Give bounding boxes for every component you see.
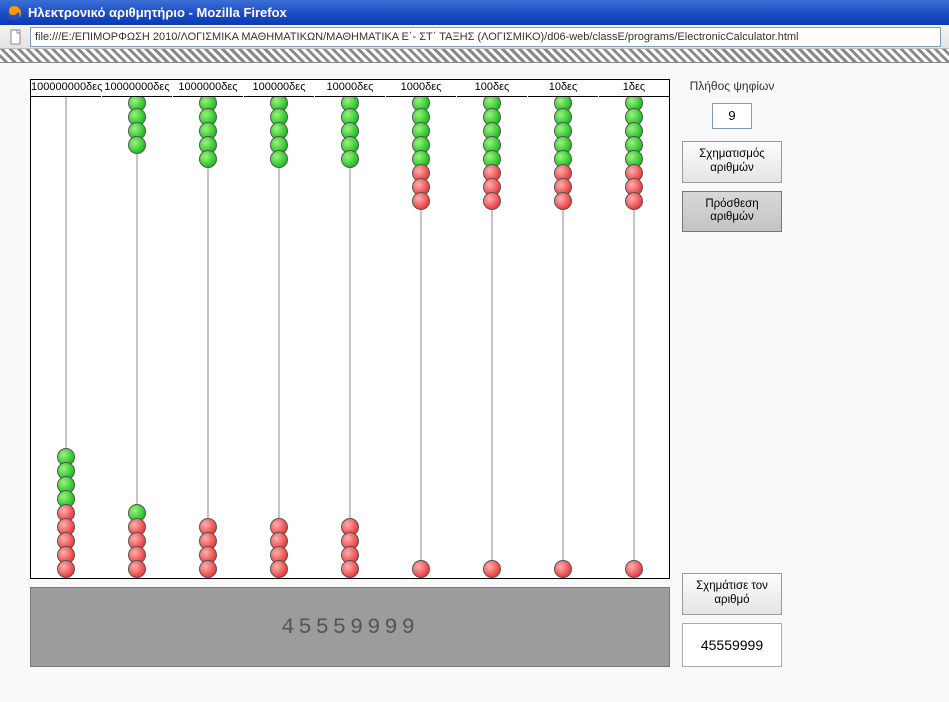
abacus-rod[interactable]: 1δες: [598, 80, 669, 578]
rod-label: 100000δες: [244, 80, 314, 94]
beads-bottom: [173, 520, 243, 576]
rod-label: 1δες: [599, 80, 669, 94]
number-display: 45559999: [30, 587, 670, 667]
red-bead[interactable]: [625, 192, 643, 210]
beads-top: [457, 96, 527, 208]
abacus-rod[interactable]: 1000000δες: [172, 80, 243, 578]
digits-count-input[interactable]: 9: [712, 103, 752, 129]
decorative-strip: [0, 49, 949, 63]
result-box: 45559999: [682, 623, 782, 667]
red-bead[interactable]: [270, 560, 288, 578]
rod-label: 10000000δες: [102, 80, 172, 94]
beads-bottom: [315, 520, 385, 576]
rod-label: 100000000δες: [31, 80, 101, 94]
abacus-rod[interactable]: 100000000δες: [31, 80, 101, 578]
green-bead[interactable]: [128, 136, 146, 154]
beads-bottom: [386, 562, 456, 576]
form-numbers-button[interactable]: Σχηματισμός αριθμών: [682, 141, 782, 183]
red-bead[interactable]: [412, 192, 430, 210]
address-bar: file:///E:/ΕΠΙΜΟΡΦΩΣΗ 2010/ΛΟΓΙΣΜΙΚΑ ΜΑΘ…: [0, 25, 949, 49]
beads-bottom: [102, 506, 172, 576]
firefox-icon: [6, 5, 22, 21]
beads-top: [386, 96, 456, 208]
green-bead[interactable]: [341, 150, 359, 168]
abacus-rod[interactable]: 100000δες: [243, 80, 314, 578]
beads-top: [599, 96, 669, 208]
abacus-rod[interactable]: 10δες: [527, 80, 598, 578]
red-bead[interactable]: [341, 560, 359, 578]
rod-label: 10000δες: [315, 80, 385, 94]
red-bead[interactable]: [554, 192, 572, 210]
beads-bottom: [599, 562, 669, 576]
rod-label: 1000δες: [386, 80, 456, 94]
beads-top: [315, 96, 385, 166]
add-numbers-button[interactable]: Πρόσθεση αριθμών: [682, 191, 782, 233]
red-bead[interactable]: [128, 560, 146, 578]
red-bead[interactable]: [199, 560, 217, 578]
abacus-board[interactable]: 100000000δες10000000δες1000000δες100000δ…: [30, 79, 670, 579]
beads-top: [102, 96, 172, 152]
abacus-rod[interactable]: 10000000δες: [101, 80, 172, 578]
abacus-rod[interactable]: 10000δες: [314, 80, 385, 578]
beads-top: [528, 96, 598, 208]
window-titlebar: Ηλεκτρονικό αριθμητήριο - Mozilla Firefo…: [0, 0, 949, 25]
red-bead[interactable]: [483, 560, 501, 578]
green-bead[interactable]: [199, 150, 217, 168]
red-bead[interactable]: [412, 560, 430, 578]
green-bead[interactable]: [270, 150, 288, 168]
file-icon: [8, 29, 24, 45]
beads-top: [173, 96, 243, 166]
digits-count-label: Πλήθος ψηφίων: [682, 79, 782, 93]
beads-bottom: [528, 562, 598, 576]
make-number-button[interactable]: Σχημάτισε τον αριθμό: [682, 573, 782, 615]
red-bead[interactable]: [625, 560, 643, 578]
rod-label: 10δες: [528, 80, 598, 94]
beads-bottom: [244, 520, 314, 576]
rod-label: 100δες: [457, 80, 527, 94]
beads-top: [244, 96, 314, 166]
url-input[interactable]: file:///E:/ΕΠΙΜΟΡΦΩΣΗ 2010/ΛΟΓΙΣΜΙΚΑ ΜΑΘ…: [30, 27, 941, 47]
red-bead[interactable]: [483, 192, 501, 210]
abacus-rod[interactable]: 1000δες: [385, 80, 456, 578]
beads-bottom: [457, 562, 527, 576]
abacus-rod[interactable]: 100δες: [456, 80, 527, 578]
red-bead[interactable]: [57, 560, 75, 578]
beads-bottom: [31, 450, 101, 576]
window-title: Ηλεκτρονικό αριθμητήριο - Mozilla Firefo…: [28, 5, 287, 20]
rod-label: 1000000δες: [173, 80, 243, 94]
red-bead[interactable]: [554, 560, 572, 578]
